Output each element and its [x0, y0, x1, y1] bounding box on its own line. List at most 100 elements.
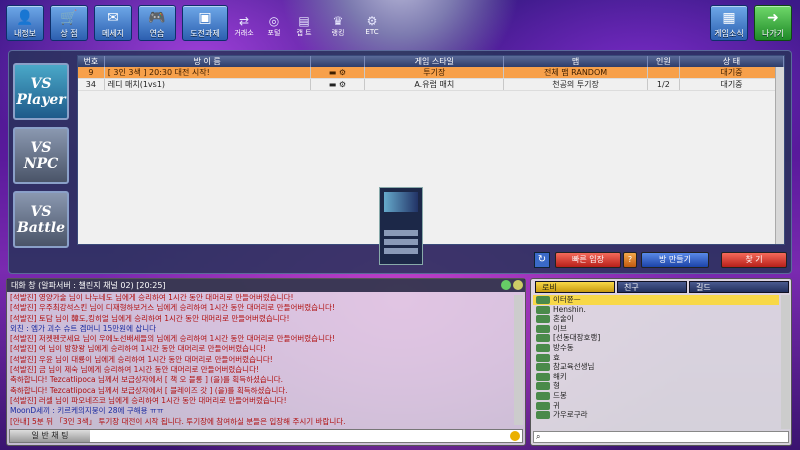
room-list-scrollbar[interactable] [775, 67, 784, 244]
user-search-input[interactable]: ⌕ [533, 431, 789, 443]
message-label: 메세지 [101, 29, 125, 38]
shop-label: 상 점 [60, 29, 78, 38]
message-button[interactable]: ✉ 메세지 [94, 5, 132, 41]
gear-icon: ⚙ [338, 80, 347, 89]
slot-bar [384, 230, 418, 236]
my-info-button[interactable]: 👤 내정보 [6, 5, 44, 41]
chat-line: MoonD세끼 : 키르케의지뭉이 28에 구해용 ㅠㅠ [10, 406, 164, 416]
chat-line: [석발진] 우윤 님이 대룡이 님에게 승리하여 1시간 동안 대머리로 만들어… [10, 354, 273, 364]
list-item[interactable]: 방수동 [533, 343, 779, 353]
portal-label: 포털 [267, 29, 281, 37]
portal-icon: ◎ [268, 14, 280, 28]
list-item[interactable]: 해키 [533, 372, 779, 382]
table-row[interactable]: 9 [ 3인 3색 ] 20:30 대전 시작! ▬ ⚙ 투기장 전체 맵 RA… [78, 67, 784, 79]
user-name: 해키 [553, 371, 567, 381]
shop-button[interactable]: 🛒 상 점 [50, 5, 88, 41]
capture-label: 캡 트 [296, 29, 312, 37]
col-room-name[interactable]: 방 이 름 [104, 56, 311, 67]
user-rank-icon [536, 296, 550, 304]
list-item[interactable]: 혼술이 [533, 314, 779, 324]
user-name: 드봉 [553, 390, 567, 400]
col-game-style[interactable]: 게임 스타일 [364, 56, 505, 67]
list-item[interactable]: Henshin. [533, 305, 779, 315]
chat-option-icon[interactable] [501, 280, 511, 290]
list-item[interactable]: 이브 [533, 324, 779, 334]
table-header: 번호 방 이 름 게임 스타일 맵 인원 상 태 [78, 56, 784, 67]
filter-icon[interactable]: ? [623, 252, 637, 268]
save-icon: ▣ [198, 10, 212, 26]
list-item[interactable]: 귀 [533, 401, 779, 411]
col-players[interactable]: 인원 [647, 56, 681, 67]
chat-input[interactable]: 일 반 채 팅 [9, 429, 523, 443]
user-scrollbar[interactable] [781, 295, 790, 429]
chat-title: 대화 창 (알파서버 : 챌린지 채널 02) [20:25] [7, 279, 525, 292]
capture-link[interactable]: ▤ 캡 트 [288, 14, 320, 38]
vs-player-button[interactable]: VS Player [13, 63, 69, 120]
message-icon: ✉ [107, 10, 119, 26]
room-options: ▬ ⚙ [310, 78, 366, 91]
room-number: 34 [78, 78, 105, 91]
col-status[interactable]: 상 태 [679, 56, 784, 67]
chat-scrollbar[interactable] [514, 295, 523, 425]
user-rank-icon [536, 372, 550, 381]
room-name: [ 3인 3색 ] 20:30 대전 시작! [104, 67, 311, 79]
list-item[interactable]: 드봉 [533, 391, 779, 401]
exit-icon: ➜ [767, 10, 779, 26]
exit-button[interactable]: ➜ 나가기 [754, 5, 792, 41]
ranking-link[interactable]: ♛ 랭킹 [322, 14, 354, 38]
user-name: 효 [553, 352, 560, 362]
user-name: [선동대장호랭] [553, 333, 601, 343]
chat-line: [석발진] 금 님이 제숙 님에게 승리하여 1시간 동안 대머리로 만들어버렸… [10, 365, 259, 375]
list-item[interactable]: [선동대장호랭] [533, 333, 779, 343]
create-room-button[interactable]: 방 만들기 [641, 252, 709, 268]
my-info-label: 내정보 [13, 29, 37, 38]
challenge-button[interactable]: ▣ 도전과제 [182, 5, 228, 41]
refresh-icon[interactable]: ↻ [534, 252, 550, 268]
chat-line: 축하합니다! Tezcatlipoca 님께서 보급상자에서 [ 책 오 블롱 … [10, 375, 283, 385]
room-number: 9 [78, 67, 105, 79]
user-name: 가우로구라 [553, 410, 588, 420]
portal-link[interactable]: ◎ 포털 [258, 14, 290, 38]
col-number[interactable]: 번호 [78, 56, 105, 67]
news-button[interactable]: ▦ 게임소식 [710, 5, 748, 41]
find-button[interactable]: 찾 기 [721, 252, 787, 268]
quick-join-button[interactable]: 빠른 입장 [555, 252, 621, 268]
chat-mode-select[interactable]: 일 반 채 팅 [10, 430, 90, 442]
table-row[interactable]: 34 레디 매치(1vs1) ▬ ⚙ A.유럽 매치 천공의 투기장 1/2 대… [78, 78, 784, 91]
user-rank-icon [536, 334, 550, 343]
list-item[interactable]: 효 [533, 353, 779, 363]
user-rank-icon [536, 363, 550, 372]
exchange-label: 거래소 [234, 29, 254, 37]
status: 대기중 [679, 78, 784, 91]
user-name: 형 [553, 381, 560, 391]
send-icon[interactable] [510, 431, 520, 441]
chat-line: [석발진] 토담 님이 韓도,킹히얼 님에게 승리하여 1시간 동안 대머리로 … [10, 313, 290, 323]
slot-bar [384, 239, 418, 245]
list-item[interactable]: 형 [533, 381, 779, 391]
chat-settings-icon[interactable] [513, 280, 523, 290]
list-item[interactable]: 가우로구라 [533, 410, 779, 420]
etc-icon: ⚙ [366, 14, 378, 28]
tab-friends[interactable]: 친구 [617, 281, 687, 293]
user-rank-icon [536, 324, 550, 333]
gamepad-icon: 🎮 [148, 10, 166, 26]
list-item[interactable]: 참교육선생님 [533, 362, 779, 372]
user-name: 참교육선생님 [553, 362, 595, 372]
room-list-panel: VS Player VS NPC VS Battle 번호 방 이 름 게임 스… [8, 50, 792, 274]
vs-battle-button[interactable]: VS Battle [13, 191, 69, 248]
col-map[interactable]: 맵 [503, 56, 648, 67]
tab-lobby[interactable]: 로비 [535, 281, 615, 293]
etc-label: ETC [365, 28, 379, 36]
user-name: 이브 [553, 323, 567, 333]
vs-npc-button[interactable]: VS NPC [13, 127, 69, 184]
col-options [310, 56, 366, 67]
user-icon: 👤 [16, 10, 34, 26]
exchange-link[interactable]: ⇄ 거래소 [228, 14, 260, 38]
exit-label: 나가기 [761, 29, 785, 38]
list-item[interactable]: 이터쮼ㅡ [533, 295, 779, 305]
practice-button[interactable]: 🎮 연습 [138, 5, 176, 41]
etc-link[interactable]: ⚙ ETC [356, 14, 388, 36]
game-style: A.유럽 매치 [364, 78, 505, 91]
tab-guild[interactable]: 길드 [689, 281, 789, 293]
room-table: 번호 방 이 름 게임 스타일 맵 인원 상 태 9 [ 3인 3색 ] 20:… [77, 55, 785, 245]
